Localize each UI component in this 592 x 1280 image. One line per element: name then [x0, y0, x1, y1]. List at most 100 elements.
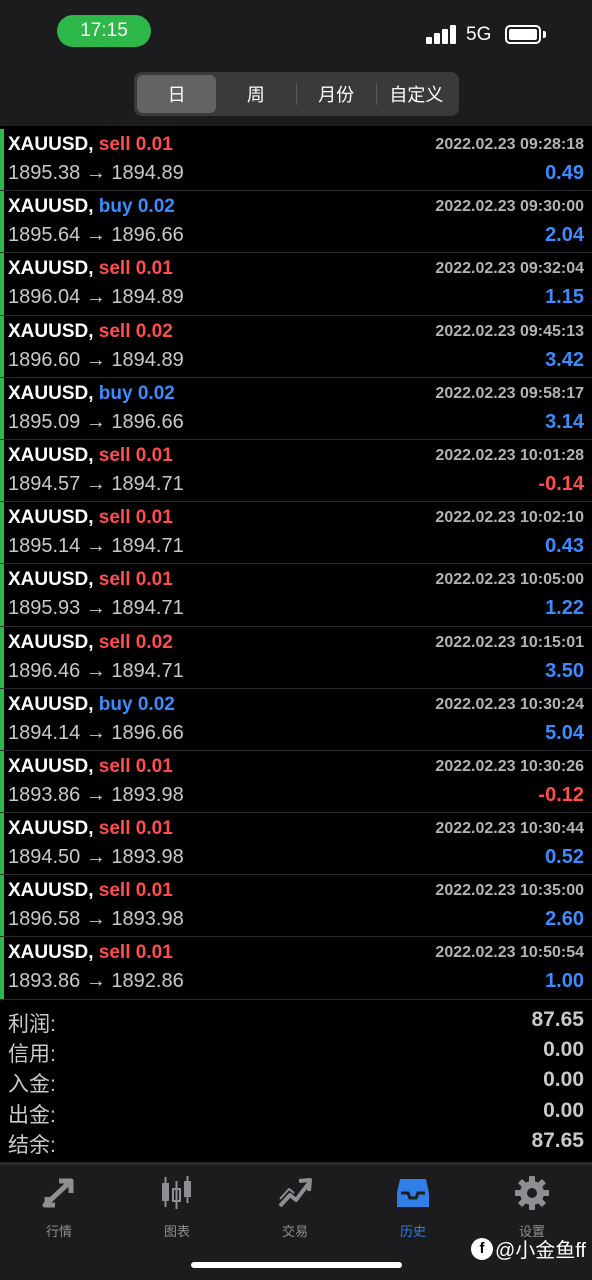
trade-row[interactable]: XAUUSD, sell 0.01 2022.02.23 10:02:10 1895…	[0, 502, 592, 565]
close-price: 1894.89	[111, 286, 184, 309]
summary-label: 利润:	[8, 1013, 56, 1036]
trade-time: 2022.02.23 09:58:17	[435, 384, 584, 402]
trade-time: 2022.02.23 09:32:04	[435, 260, 584, 278]
open-price: 1895.38	[8, 162, 81, 184]
tabbar-item-chart[interactable]: 图表	[127, 1173, 227, 1239]
trade-row[interactable]: XAUUSD, buy 0.02 2022.02.23 09:58:17 1895.…	[0, 377, 592, 440]
trade-row[interactable]: XAUUSD, sell 0.01 2022.02.23 10:50:54 1893…	[0, 937, 592, 1000]
trade-row[interactable]: XAUUSD, sell 0.01 2022.02.23 10:01:28 1894…	[0, 439, 592, 503]
trade-time: 2022.02.23 10:35:00	[435, 882, 584, 900]
summary-value: 87.65	[531, 1008, 584, 1031]
close-price: 1896.66	[111, 224, 184, 247]
trade-row[interactable]: XAUUSD, sell 0.02 2022.02.23 09:45:13 1896…	[0, 315, 592, 378]
tabbar-item-quotes[interactable]: 行情	[9, 1173, 109, 1239]
close-price: 1894.89	[111, 162, 184, 184]
trade-symbol-line: XAUUSD, sell 0.01	[8, 880, 173, 902]
arrow-icon: →	[85, 783, 106, 806]
close-price: 1894.89	[111, 348, 184, 371]
trade-lots: 0.01	[135, 880, 173, 902]
trade-symbol: XAUUSD,	[8, 196, 94, 218]
trade-lots: 0.01	[135, 507, 173, 529]
tab-day[interactable]: 日	[137, 75, 217, 113]
close-price: 1894.71	[111, 597, 184, 620]
trade-symbol: XAUUSD,	[8, 258, 94, 280]
trade-row[interactable]: XAUUSD, sell 0.02 2022.02.23 10:15:01 1896…	[0, 626, 592, 689]
trade-symbol-line: XAUUSD, sell 0.02	[8, 632, 173, 654]
trade-prices: 1895.09 → 1896.66	[8, 411, 184, 434]
trade-side: buy	[98, 196, 133, 218]
trade-time: 2022.02.23 10:15:01	[435, 633, 584, 651]
trade-profit: 3.50	[545, 659, 584, 682]
trade-side: sell	[98, 631, 131, 653]
trade-row[interactable]: XAUUSD, sell 0.01 2022.02.23 10:30:44 1894…	[0, 813, 592, 876]
trade-row[interactable]: XAUUSD, sell 0.01 2022.02.23 09:32:04 1896…	[0, 253, 592, 316]
trade-lots: 0.02	[137, 382, 175, 404]
summary-value: 0.00	[543, 1098, 584, 1122]
trade-side: buy	[98, 693, 133, 715]
account-summary: 利润: 87.65 信用: 0.00 入金: 0.00 出金: 0.00 结余: 87.65	[0, 1006, 592, 1157]
trade-symbol: XAUUSD,	[8, 631, 94, 653]
trade-symbol: XAUUSD,	[8, 569, 94, 591]
trade-prices: 1895.64 → 1896.66	[8, 224, 184, 247]
trade-profit: 2.60	[545, 908, 584, 931]
summary-label: 出金:	[8, 1103, 56, 1127]
trade-symbol: XAUUSD,	[8, 507, 94, 529]
trade-profit: 0.43	[545, 535, 584, 558]
trade-side: buy	[98, 382, 133, 404]
period-segmented-control: 日 周 月份 自定义	[134, 72, 459, 116]
tab-month[interactable]: 月份	[297, 75, 376, 113]
header: 日 周 月份 自定义	[0, 66, 592, 126]
trade-lots: 0.01	[135, 258, 173, 280]
trade-row[interactable]: XAUUSD, sell 0.01 2022.02.23 10:05:00 1895…	[0, 564, 592, 627]
open-price: 1896.46	[8, 659, 81, 682]
trade-prices: 1896.04 → 1894.89	[8, 286, 184, 309]
tabbar-item-settings[interactable]: 设置	[482, 1173, 582, 1239]
arrow-icon: →	[85, 659, 106, 682]
tab-week[interactable]: 周	[216, 75, 295, 113]
arrow-icon: →	[85, 908, 106, 931]
trade-symbol-line: XAUUSD, sell 0.01	[8, 942, 173, 964]
trade-lots: 0.01	[135, 818, 173, 840]
open-price: 1893.86	[8, 970, 81, 993]
trade-side: sell	[98, 444, 131, 466]
quotes-icon	[42, 1178, 74, 1208]
arrow-icon: →	[85, 348, 106, 371]
home-indicator[interactable]	[191, 1262, 402, 1268]
trade-side: sell	[98, 320, 131, 342]
trade-lots: 0.01	[135, 569, 173, 591]
trade-lots: 0.01	[135, 755, 173, 777]
trade-row[interactable]: XAUUSD, sell 0.01 2022.02.23 10:35:00 1896…	[0, 875, 592, 938]
summary-label: 入金:	[8, 1073, 56, 1097]
tab-custom[interactable]: 自定义	[377, 75, 456, 113]
summary-value: 87.65	[531, 1128, 584, 1152]
trade-time: 2022.02.23 10:02:10	[435, 509, 584, 527]
trade-profit: 1.00	[545, 970, 584, 993]
trade-side: sell	[98, 880, 131, 902]
trade-row[interactable]: XAUUSD, sell 0.01 2022.02.23 10:30:26 1893…	[0, 750, 592, 814]
trade-profit: 0.52	[545, 846, 584, 869]
trade-symbol: XAUUSD,	[8, 942, 94, 964]
tabbar-item-trade[interactable]: 交易	[245, 1173, 345, 1239]
trade-row[interactable]: XAUUSD, sell 0.01 2022.02.23 09:28:18 1895…	[0, 129, 592, 192]
trade-row[interactable]: XAUUSD, buy 0.02 2022.02.23 10:30:24 1894.…	[0, 688, 592, 751]
trade-side: sell	[98, 818, 131, 840]
tabbar-item-history[interactable]: 历史	[363, 1173, 463, 1239]
trade-symbol: XAUUSD,	[8, 755, 94, 777]
trade-row[interactable]: XAUUSD, buy 0.02 2022.02.23 09:30:00 1895.…	[0, 191, 592, 254]
battery-icon	[505, 25, 541, 44]
trade-prices: 1893.86 → 1893.98	[8, 784, 184, 807]
summary-row: 利润: 87.65	[0, 1006, 592, 1036]
close-price: 1893.98	[111, 783, 184, 806]
arrow-icon: →	[85, 721, 106, 744]
trade-prices: 1894.57 → 1894.71	[8, 473, 184, 496]
arrow-icon: →	[85, 535, 106, 558]
watermark: f @小金鱼ff	[470, 1234, 586, 1263]
trade-prices: 1894.14 → 1896.66	[8, 722, 184, 745]
trade-symbol-line: XAUUSD, buy 0.02	[8, 383, 175, 405]
status-bar: 17:15 5G	[0, 0, 592, 66]
open-price: 1895.09	[8, 410, 81, 433]
trade-side: sell	[98, 942, 131, 964]
trade-profit: 2.04	[545, 224, 584, 247]
trade-symbol-line: XAUUSD, buy 0.02	[8, 694, 175, 716]
network-type: 5G	[466, 24, 492, 45]
